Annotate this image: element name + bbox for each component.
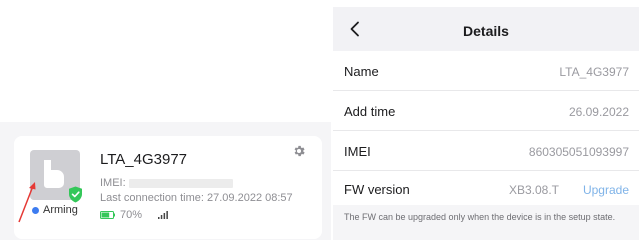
annotation-arrow-icon [18, 182, 36, 223]
battery-row: 70% [100, 209, 168, 221]
imei-label: IMEI: [100, 177, 126, 189]
detail-row-fw-version: FW version XB3.08.T Upgrade [333, 171, 639, 205]
row-value: 860305051093997 [528, 145, 629, 159]
detail-row-add-time: Add time 26.09.2022 [333, 91, 639, 131]
device-name: LTA_4G3977 [100, 151, 188, 168]
row-value: 26.09.2022 [568, 105, 629, 119]
arming-status: Arming [32, 204, 78, 216]
row-label: Add time [344, 104, 396, 119]
battery-icon [100, 211, 115, 219]
row-value: XB3.08.T [508, 183, 559, 197]
status-label: Arming [43, 204, 78, 216]
row-label: IMEI [344, 144, 371, 159]
device-list-panel: Arming LTA_4G3977 IMEI: Last connection … [0, 0, 331, 240]
gear-icon[interactable] [292, 144, 306, 158]
page-title: Details [463, 23, 509, 39]
detail-row-name: Name LTA_4G3977 [333, 51, 639, 91]
shield-check-icon [69, 186, 82, 203]
screenshot-stage: Arming LTA_4G3977 IMEI: Last connection … [0, 0, 639, 240]
imei-redacted-value [128, 178, 233, 188]
signal-strength-icon [158, 211, 168, 219]
device-glyph-icon [44, 160, 64, 188]
detail-row-imei: IMEI 860305051093997 [333, 131, 639, 171]
device-card[interactable]: Arming LTA_4G3977 IMEI: Last connection … [14, 136, 322, 239]
details-panel: Details Name LTA_4G3977 Add time 26.09.2… [333, 7, 639, 240]
last-connection-time: Last connection time: 27.09.2022 08:57 [100, 192, 293, 204]
firmware-note: The FW can be upgraded only when the dev… [333, 205, 639, 240]
row-value: LTA_4G3977 [559, 65, 629, 79]
nav-bar: Details [333, 7, 639, 51]
row-label: Name [344, 64, 379, 79]
upgrade-link[interactable]: Upgrade [583, 183, 629, 197]
row-label: FW version [344, 182, 410, 197]
battery-percent: 70% [120, 209, 143, 221]
imei-row: IMEI: [100, 177, 233, 189]
